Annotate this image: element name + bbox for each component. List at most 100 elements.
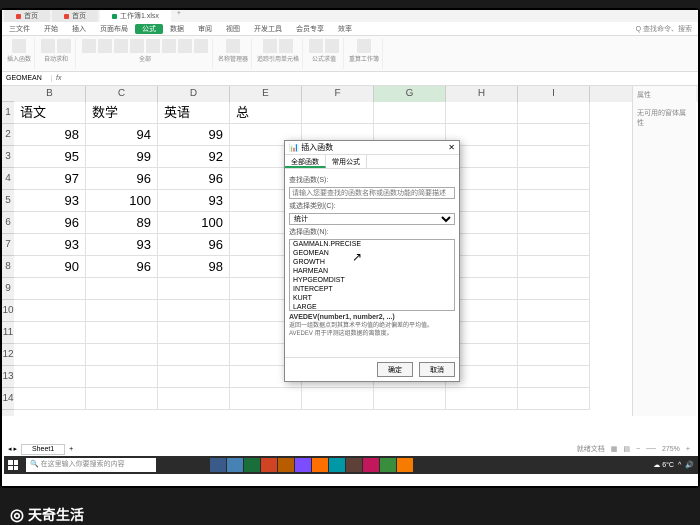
cell[interactable] (518, 146, 590, 168)
row-header[interactable]: 14 (2, 388, 14, 410)
sheet-tab[interactable]: Sheet1 (21, 444, 65, 455)
ribbon-tab[interactable]: 开始 (37, 24, 65, 34)
taskbar-icon[interactable] (346, 458, 362, 472)
cell[interactable]: 英语 (158, 102, 230, 124)
cell[interactable]: 96 (158, 168, 230, 190)
search-function-input[interactable] (289, 187, 455, 199)
row-header[interactable]: 9 (2, 278, 14, 300)
cell[interactable] (86, 344, 158, 366)
cell[interactable] (374, 102, 446, 124)
name-mgr-icon[interactable] (226, 39, 240, 53)
cell[interactable] (518, 344, 590, 366)
view-icon[interactable]: ▤ (623, 445, 630, 453)
cell[interactable]: 94 (86, 124, 158, 146)
list-item[interactable]: GAMMALN.PRECISE (290, 240, 454, 249)
col-header[interactable]: I (518, 86, 590, 102)
taskbar-icon[interactable] (380, 458, 396, 472)
logic-icon[interactable] (114, 39, 128, 53)
ribbon-tab-active[interactable]: 公式 (135, 24, 163, 34)
cell[interactable]: 总 (230, 102, 302, 124)
row-header[interactable]: 6 (2, 212, 14, 234)
cell[interactable] (518, 322, 590, 344)
cell[interactable] (86, 366, 158, 388)
view-icon[interactable]: ▦ (611, 445, 618, 453)
row-header[interactable]: 2 (2, 124, 14, 146)
fx-icon[interactable]: fx (52, 75, 65, 82)
other-fn-icon[interactable] (194, 39, 208, 53)
cell[interactable]: 93 (158, 190, 230, 212)
weather-icon[interactable]: ☁ 6°C (653, 461, 674, 469)
col-header-selected[interactable]: G (374, 86, 446, 102)
row-header[interactable]: 4 (2, 168, 14, 190)
row-header[interactable]: 13 (2, 366, 14, 388)
cell[interactable] (518, 388, 590, 410)
common-fn-icon[interactable] (57, 39, 71, 53)
cell[interactable] (158, 366, 230, 388)
ribbon-tab[interactable]: 页面布局 (93, 24, 135, 34)
row-header[interactable]: 7 (2, 234, 14, 256)
taskbar-icon[interactable] (244, 458, 260, 472)
cell[interactable] (14, 344, 86, 366)
cell[interactable] (158, 322, 230, 344)
cell[interactable]: 92 (158, 146, 230, 168)
cell[interactable]: 95 (14, 146, 86, 168)
cell[interactable]: 96 (158, 234, 230, 256)
ribbon-tab[interactable]: 开发工具 (247, 24, 289, 34)
cell[interactable] (158, 278, 230, 300)
cell[interactable] (518, 300, 590, 322)
eval-icon[interactable] (309, 39, 323, 53)
col-header[interactable]: H (446, 86, 518, 102)
category-select[interactable]: 统计 (289, 213, 455, 225)
zoom-out-button[interactable]: − (636, 446, 640, 453)
app-tab[interactable]: 首页 (4, 10, 50, 22)
ribbon-tab[interactable]: 数据 (163, 24, 191, 34)
autosum-icon[interactable] (41, 39, 55, 53)
app-tab[interactable]: 首页 (52, 10, 98, 22)
cell[interactable] (518, 190, 590, 212)
taskbar-icon[interactable] (227, 458, 243, 472)
cell[interactable] (518, 168, 590, 190)
cell[interactable] (518, 124, 590, 146)
taskbar-icon[interactable] (295, 458, 311, 472)
trace-dep-icon[interactable] (279, 39, 293, 53)
cell[interactable]: 100 (86, 190, 158, 212)
cell[interactable] (518, 366, 590, 388)
cell[interactable]: 98 (158, 256, 230, 278)
row-header[interactable]: 10 (2, 300, 14, 322)
cell[interactable]: 96 (86, 168, 158, 190)
cell[interactable]: 100 (158, 212, 230, 234)
all-fn-icon[interactable] (82, 39, 96, 53)
cell[interactable] (158, 344, 230, 366)
taskbar-search[interactable]: 🔍 在这里输入你要搜索的内容 (26, 458, 156, 472)
ribbon-tab[interactable]: 插入 (65, 24, 93, 34)
cell[interactable]: 90 (14, 256, 86, 278)
ribbon-tab[interactable]: 会员专享 (289, 24, 331, 34)
error-icon[interactable] (325, 39, 339, 53)
cell[interactable] (14, 300, 86, 322)
cell[interactable] (446, 388, 518, 410)
cell[interactable] (14, 322, 86, 344)
col-header[interactable]: F (302, 86, 374, 102)
date-icon[interactable] (146, 39, 160, 53)
cell[interactable] (230, 388, 302, 410)
start-button[interactable] (4, 456, 22, 474)
math-icon[interactable] (178, 39, 192, 53)
cell[interactable] (14, 278, 86, 300)
trace-icon[interactable] (263, 39, 277, 53)
app-tab-active[interactable]: 工作簿1.xlsx (100, 10, 171, 22)
cell[interactable]: 99 (86, 146, 158, 168)
system-tray[interactable]: ☁ 6°C ^🔊 (653, 461, 698, 469)
cell[interactable] (374, 388, 446, 410)
lookup-icon[interactable] (162, 39, 176, 53)
add-sheet-button[interactable]: + (65, 446, 77, 453)
text-icon[interactable] (130, 39, 144, 53)
cell[interactable] (14, 388, 86, 410)
close-icon[interactable]: ✕ (448, 143, 455, 152)
dialog-tab-all[interactable]: 全部函数 (285, 155, 326, 168)
cell[interactable]: 96 (14, 212, 86, 234)
cell[interactable]: 93 (14, 234, 86, 256)
finance-icon[interactable] (98, 39, 112, 53)
insert-function-icon[interactable] (12, 39, 26, 53)
cell[interactable]: 89 (86, 212, 158, 234)
cell[interactable] (518, 102, 590, 124)
